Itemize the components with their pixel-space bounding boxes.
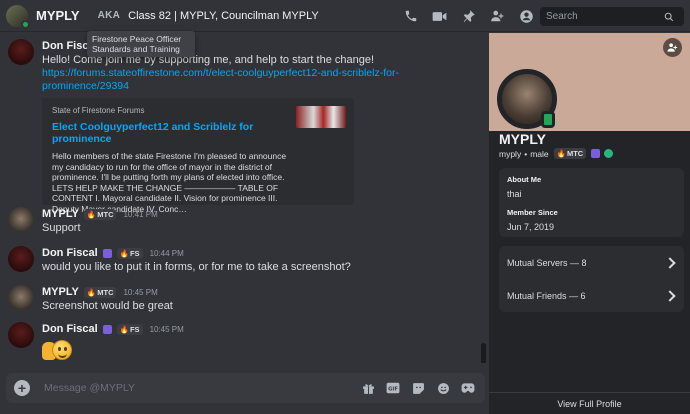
thumbs-up-emoji-icon[interactable] bbox=[42, 338, 72, 362]
gif-icon[interactable]: GIF bbox=[386, 381, 400, 395]
role-tooltip: Firestone Peace Officer Standards and Tr… bbox=[87, 31, 195, 57]
message-list[interactable]: Don Fiscal Hello! Come join me by suppor… bbox=[0, 33, 489, 363]
attach-plus-icon[interactable]: + bbox=[14, 380, 30, 396]
about-me-label: About Me bbox=[507, 175, 542, 184]
discord-dm-window: MYPLY AKA Class 82 | MYPLY, Councilman M… bbox=[0, 0, 690, 414]
role-tag[interactable]: 🔥 MTC bbox=[83, 286, 117, 298]
role-tag[interactable]: 🔥 FS bbox=[116, 323, 143, 335]
flame-icon: 🔥 bbox=[86, 287, 97, 297]
composer-actions: GIF bbox=[361, 373, 475, 403]
embed-thumbnail[interactable] bbox=[296, 106, 346, 128]
search-box[interactable] bbox=[540, 7, 684, 26]
message-composer: + GIF bbox=[6, 373, 485, 403]
chevron-right-icon bbox=[664, 289, 676, 302]
author-avatar[interactable] bbox=[8, 246, 34, 272]
author-avatar[interactable] bbox=[8, 207, 34, 233]
author-name[interactable]: Don Fiscal bbox=[42, 247, 98, 259]
separator-dot: • bbox=[524, 148, 528, 159]
header-avatar[interactable] bbox=[6, 4, 30, 29]
mobile-online-status-icon bbox=[541, 111, 555, 128]
add-friend-icon[interactable] bbox=[490, 9, 505, 24]
svg-text:GIF: GIF bbox=[388, 386, 398, 392]
mutual-servers-row[interactable]: Mutual Servers — 8 bbox=[499, 246, 684, 279]
link-embed: State of Firestone Forums Elect Coolguyp… bbox=[42, 98, 354, 214]
nitro-badge-icon[interactable] bbox=[591, 149, 601, 158]
profile-role-tag[interactable]: 🔥 MTC bbox=[553, 148, 587, 159]
dm-header: MYPLY AKA Class 82 | MYPLY, Councilman M… bbox=[0, 0, 690, 32]
flame-icon: 🔥 bbox=[86, 209, 97, 219]
flame-icon: 🔥 bbox=[556, 149, 566, 158]
emoji-icon[interactable] bbox=[436, 381, 450, 395]
activity-icon[interactable] bbox=[461, 381, 475, 395]
role-tag[interactable]: 🔥 FS bbox=[116, 247, 143, 259]
gift-icon[interactable] bbox=[361, 381, 375, 395]
member-since-date: Jun 7, 2019 bbox=[507, 222, 555, 232]
mutual-friends-row[interactable]: Mutual Friends — 6 bbox=[499, 279, 684, 312]
mutuals-card: Mutual Servers — 8 Mutual Friends — 6 bbox=[499, 246, 684, 312]
about-card: About Me thai Member Since Jun 7, 2019 bbox=[499, 168, 684, 237]
author-name[interactable]: MYPLY bbox=[42, 286, 79, 298]
embed-title[interactable]: Elect Coolguyperfect12 and Scriblelz for… bbox=[52, 121, 282, 145]
author-name[interactable]: MYPLY bbox=[42, 208, 79, 220]
message-text: Screenshot would be great bbox=[42, 300, 173, 312]
header-actions bbox=[403, 0, 534, 32]
mutual-friends-label: Mutual Friends — 6 bbox=[507, 290, 586, 301]
profile-pronoun: male bbox=[530, 148, 549, 159]
sticker-icon[interactable] bbox=[411, 381, 425, 395]
smile-face-shape bbox=[52, 340, 72, 360]
aka-nicknames: Class 82 | MYPLY, Councilman MYPLY bbox=[128, 9, 319, 22]
user-profile-panel: MYPLY myply • male 🔥 MTC About Me thai Me… bbox=[489, 33, 690, 414]
embed-description: Hello members of the state Firestone I'm… bbox=[52, 151, 287, 214]
message-input[interactable] bbox=[44, 382, 344, 394]
mutual-servers-label: Mutual Servers — 8 bbox=[507, 257, 587, 268]
message-text: Support bbox=[42, 222, 81, 234]
author-name[interactable]: Don Fiscal bbox=[42, 323, 98, 335]
header-username[interactable]: MYPLY bbox=[36, 8, 80, 23]
profile-subline: myply • male 🔥 MTC bbox=[499, 148, 614, 159]
online-status-icon bbox=[21, 19, 30, 29]
message-text: would you like to put it in forms, or fo… bbox=[42, 261, 351, 273]
profile-display-name: MYPLY bbox=[499, 131, 546, 147]
member-since-label: Member Since bbox=[507, 208, 558, 217]
hypesquad-badge-icon[interactable] bbox=[604, 149, 614, 158]
message-link[interactable]: https://forums.stateoffirestone.com/t/el… bbox=[42, 67, 482, 93]
about-me-text: thai bbox=[507, 189, 522, 199]
pin-icon[interactable] bbox=[461, 9, 476, 24]
profile-username: myply bbox=[499, 148, 522, 159]
search-icon bbox=[664, 12, 674, 21]
profile-banner bbox=[489, 33, 690, 131]
role-badge-icon[interactable] bbox=[102, 324, 112, 334]
role-tag[interactable]: 🔥 MTC bbox=[83, 208, 117, 220]
flame-icon: 🔥 bbox=[119, 324, 129, 334]
flame-icon: 🔥 bbox=[119, 248, 129, 258]
author-avatar[interactable] bbox=[8, 322, 34, 348]
message-timestamp: 10:45 PM bbox=[149, 324, 184, 334]
message-timestamp: 10:41 PM bbox=[123, 209, 158, 219]
aka-label: AKA bbox=[97, 10, 121, 21]
chat-scrollbar[interactable] bbox=[481, 343, 486, 363]
add-friend-icon[interactable] bbox=[663, 38, 682, 57]
author-avatar[interactable] bbox=[8, 39, 34, 65]
message-timestamp: 10:45 PM bbox=[123, 287, 158, 297]
author-avatar[interactable] bbox=[8, 285, 34, 311]
role-badge-icon[interactable] bbox=[102, 248, 112, 258]
phone-icon[interactable] bbox=[403, 9, 418, 24]
video-icon[interactable] bbox=[432, 9, 447, 24]
search-input[interactable] bbox=[546, 11, 664, 22]
chevron-right-icon bbox=[664, 256, 676, 269]
message-timestamp: 10:44 PM bbox=[149, 248, 184, 258]
view-full-profile-button[interactable]: View Full Profile bbox=[489, 392, 690, 414]
profile-icon[interactable] bbox=[519, 9, 534, 24]
